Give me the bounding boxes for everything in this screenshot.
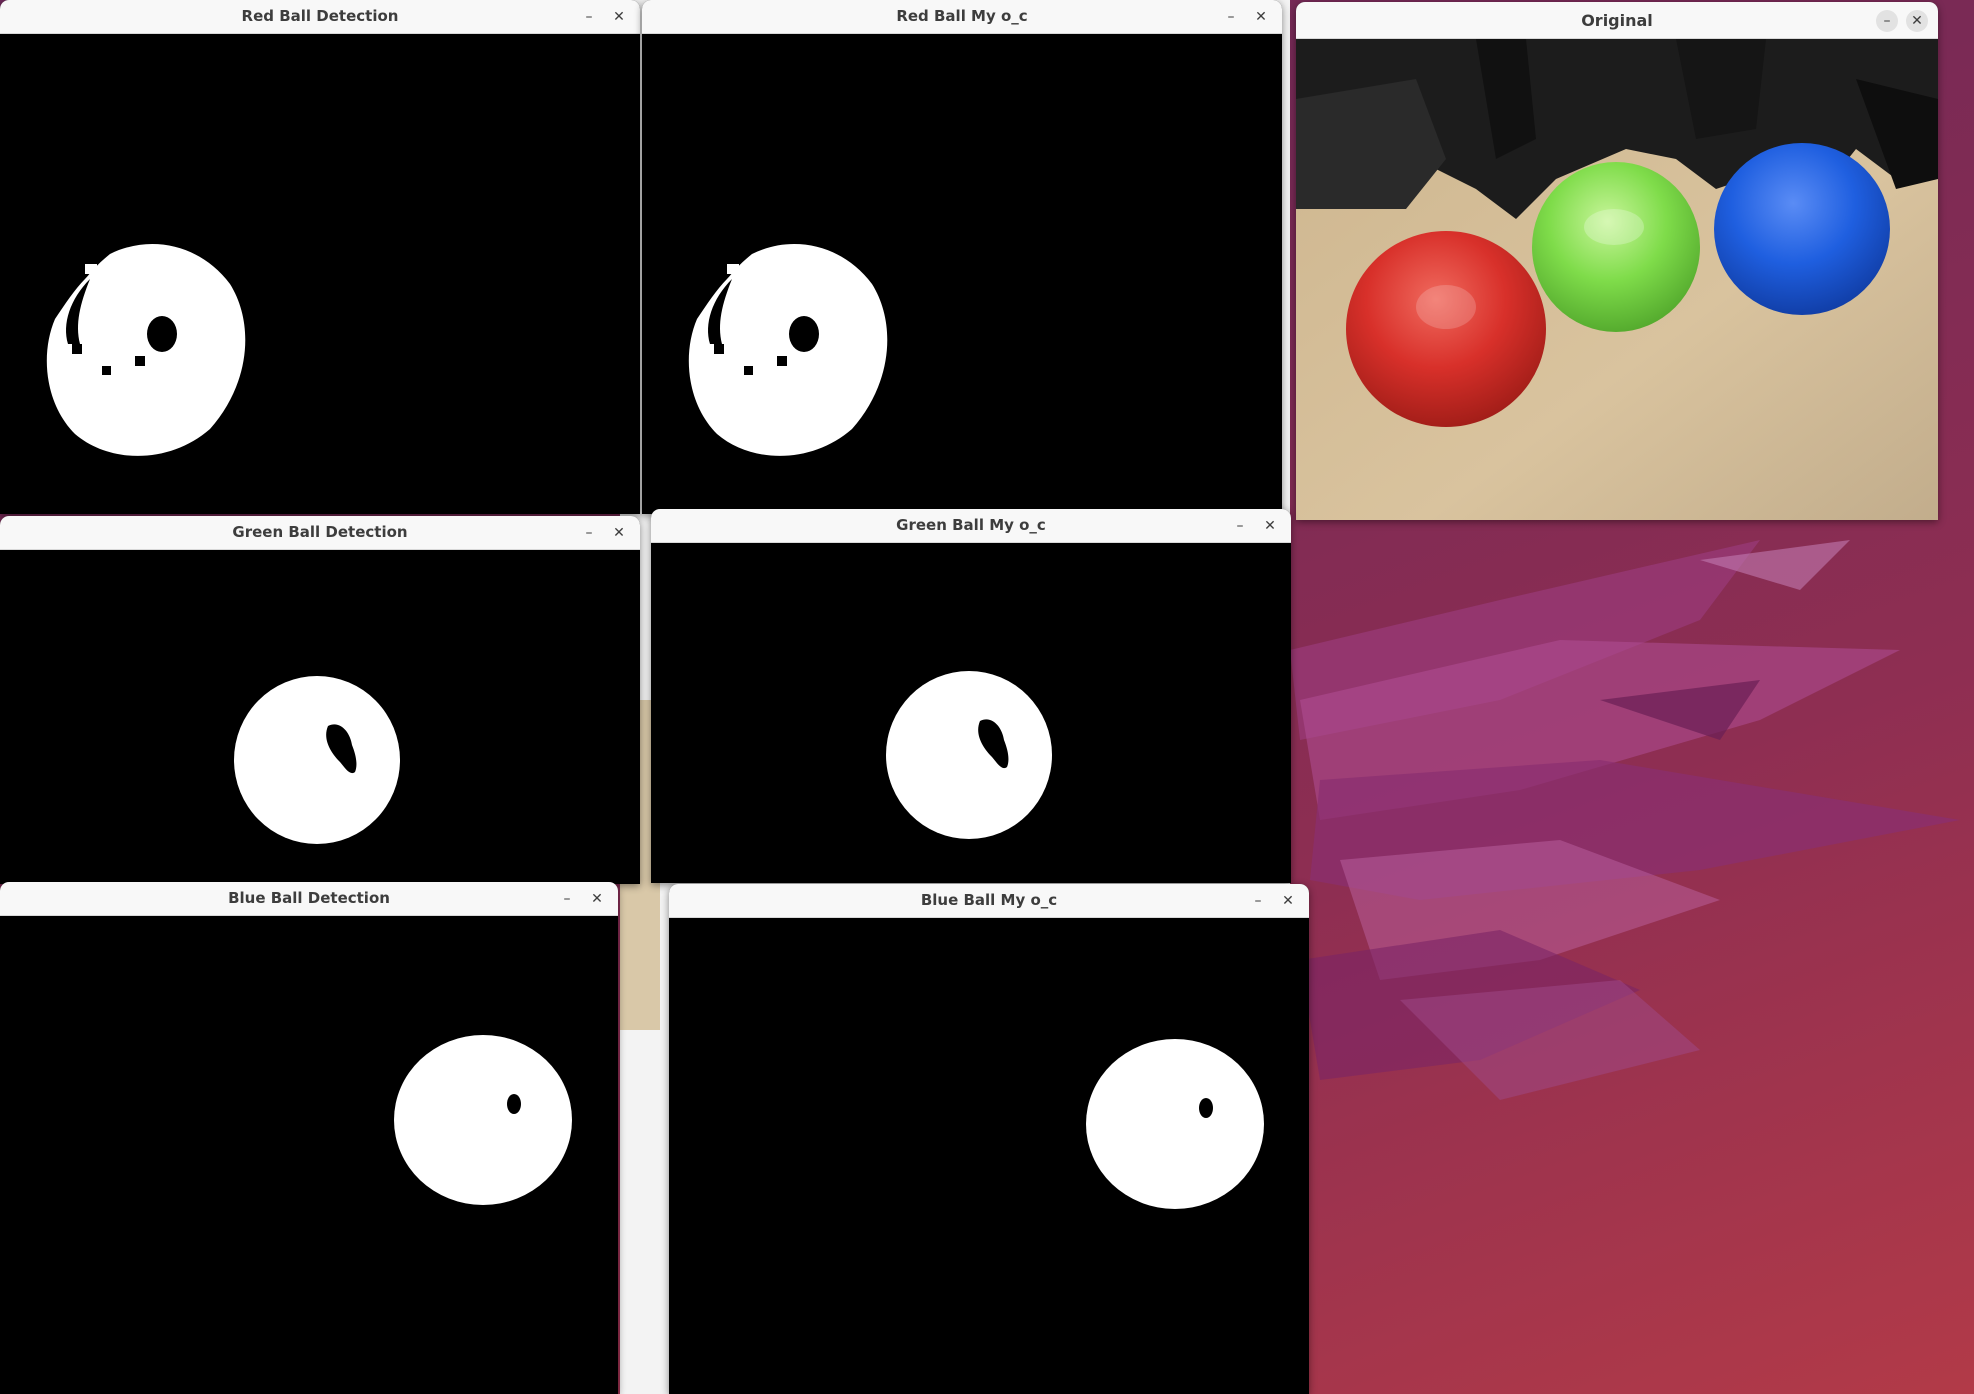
close-icon[interactable]: ✕ bbox=[608, 6, 630, 28]
mask-view bbox=[0, 34, 640, 514]
titlebar[interactable]: Red Ball My o_c – ✕ bbox=[642, 0, 1282, 34]
window-title: Red Ball My o_c bbox=[896, 7, 1028, 25]
window-original[interactable]: Original – ✕ bbox=[1296, 2, 1938, 520]
mask-view bbox=[0, 916, 618, 1394]
blue-mask-image bbox=[394, 1035, 572, 1205]
original-image-view bbox=[1296, 39, 1938, 520]
window-title: Blue Ball My o_c bbox=[920, 891, 1058, 909]
minimize-icon[interactable]: – bbox=[1876, 10, 1898, 32]
minimize-icon[interactable]: – bbox=[1247, 890, 1269, 912]
red-myoc-mask-image bbox=[688, 244, 888, 456]
mask-view bbox=[651, 543, 1291, 883]
window-blue-ball-my-oc[interactable]: Blue Ball My o_c – ✕ bbox=[669, 884, 1309, 1394]
window-red-ball-detection[interactable]: Red Ball Detection – ✕ bbox=[0, 0, 640, 514]
titlebar[interactable]: Original – ✕ bbox=[1296, 2, 1938, 39]
titlebar[interactable]: Blue Ball Detection – ✕ bbox=[0, 882, 618, 916]
mask-view bbox=[669, 918, 1309, 1394]
titlebar[interactable]: Blue Ball My o_c – ✕ bbox=[669, 884, 1309, 918]
close-icon[interactable]: ✕ bbox=[1906, 10, 1928, 32]
minimize-icon[interactable]: – bbox=[578, 6, 600, 28]
window-title: Green Ball Detection bbox=[232, 523, 408, 541]
red-mask-image bbox=[46, 244, 246, 456]
minimize-icon[interactable]: – bbox=[1220, 6, 1242, 28]
green-mask-image bbox=[234, 676, 400, 844]
minimize-icon[interactable]: – bbox=[1229, 515, 1251, 537]
window-title: Green Ball My o_c bbox=[896, 516, 1046, 534]
titlebar[interactable]: Green Ball Detection – ✕ bbox=[0, 516, 640, 550]
close-icon[interactable]: ✕ bbox=[608, 522, 630, 544]
close-icon[interactable]: ✕ bbox=[586, 888, 608, 910]
mask-view bbox=[642, 34, 1282, 514]
desktop: Red Ball Detection – ✕ Red Ball My o_c –… bbox=[0, 0, 1974, 1394]
titlebar[interactable]: Red Ball Detection – ✕ bbox=[0, 0, 640, 34]
green-ball bbox=[1532, 162, 1700, 332]
window-red-ball-my-oc[interactable]: Red Ball My o_c – ✕ bbox=[642, 0, 1282, 514]
mask-view bbox=[0, 550, 640, 884]
close-icon[interactable]: ✕ bbox=[1250, 6, 1272, 28]
titlebar[interactable]: Green Ball My o_c – ✕ bbox=[651, 509, 1291, 543]
window-title: Original bbox=[1581, 11, 1653, 30]
close-icon[interactable]: ✕ bbox=[1259, 515, 1281, 537]
blue-myoc-mask-image bbox=[1086, 1039, 1264, 1209]
close-icon[interactable]: ✕ bbox=[1277, 890, 1299, 912]
blue-ball bbox=[1714, 143, 1890, 315]
minimize-icon[interactable]: – bbox=[578, 522, 600, 544]
original-photo bbox=[1296, 39, 1938, 520]
minimize-icon[interactable]: – bbox=[556, 888, 578, 910]
window-green-ball-my-oc[interactable]: Green Ball My o_c – ✕ bbox=[651, 509, 1291, 883]
window-title: Blue Ball Detection bbox=[228, 889, 390, 907]
window-blue-ball-detection[interactable]: Blue Ball Detection – ✕ bbox=[0, 882, 618, 1394]
window-title: Red Ball Detection bbox=[241, 7, 399, 25]
window-green-ball-detection[interactable]: Green Ball Detection – ✕ bbox=[0, 516, 640, 884]
green-myoc-mask-image bbox=[886, 671, 1052, 839]
